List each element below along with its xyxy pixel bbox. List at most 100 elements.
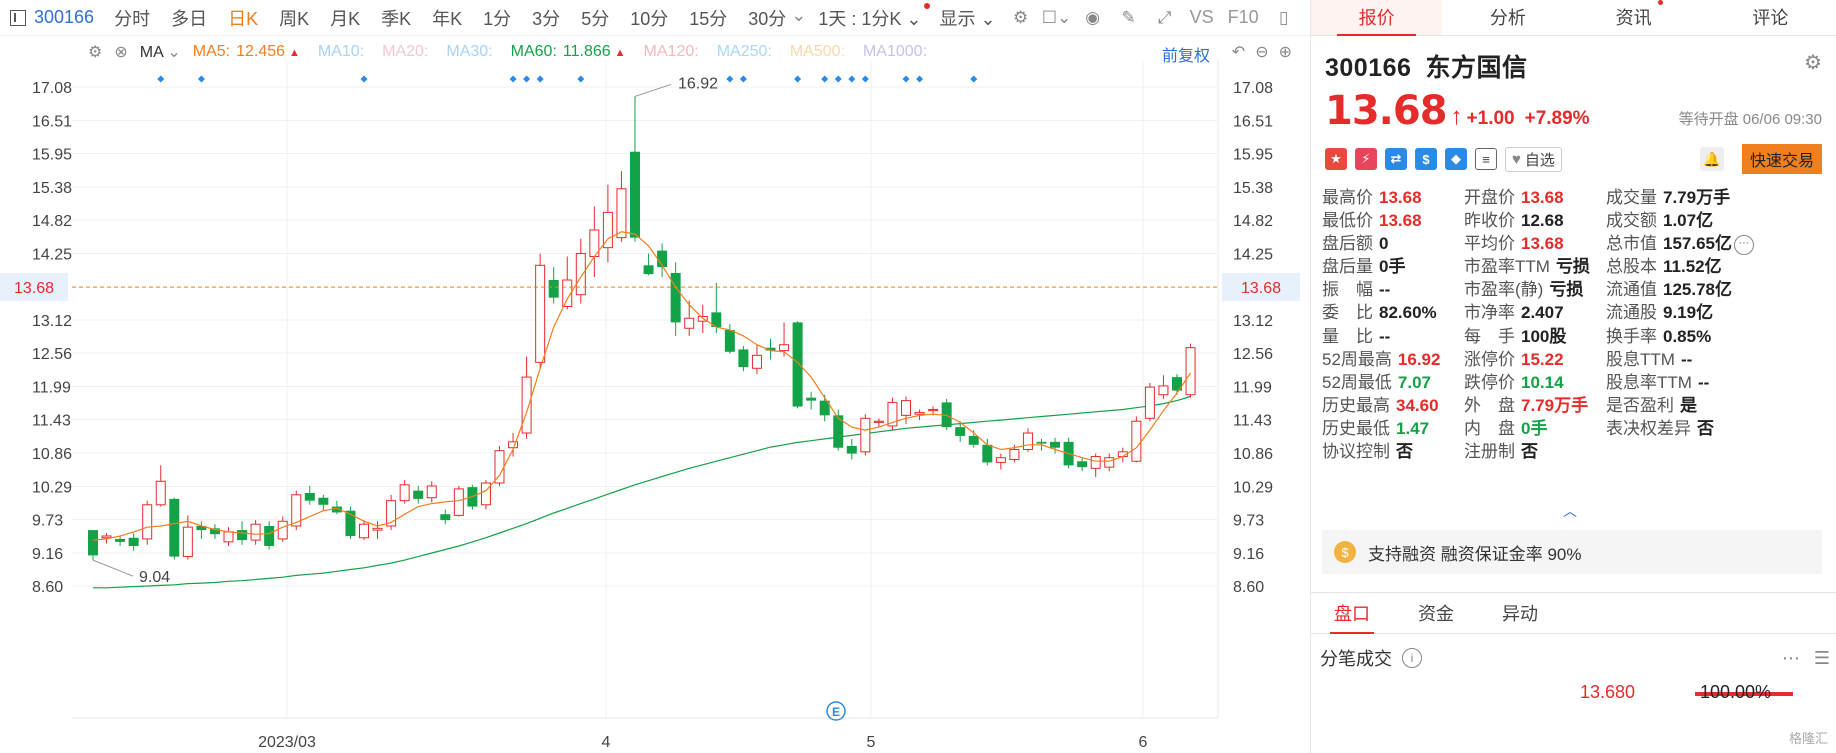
pencil-icon[interactable]: ✎: [1118, 8, 1140, 28]
period-tab[interactable]: 月K: [330, 5, 360, 31]
period-tab[interactable]: 日K: [228, 5, 258, 31]
dollar-icon[interactable]: $: [1415, 148, 1437, 170]
stat-label: 市盈率(静): [1464, 280, 1544, 300]
stat-value: 0: [1379, 234, 1389, 254]
kline-chart[interactable]: 17.08 17.08 16.51 16.51 15.95 15.95 15.38 15.38…: [0, 60, 1300, 753]
vs-button[interactable]: VS: [1190, 7, 1214, 28]
bell-icon[interactable]: 🔔: [1699, 147, 1724, 171]
stat-row: 是否盈利是: [1606, 394, 1754, 417]
stat-label: 量 比: [1322, 326, 1373, 346]
period-tab[interactable]: 10分: [630, 5, 668, 31]
settings-icon[interactable]: ⚙: [1010, 8, 1032, 28]
stat-label: 成交量: [1606, 188, 1657, 207]
ticker-code[interactable]: 300166: [34, 7, 94, 28]
period-tab[interactable]: 3分: [532, 5, 560, 31]
lightning-icon[interactable]: ⚡: [1355, 148, 1377, 170]
stat-row: 市盈率TTM 亏损: [1464, 255, 1590, 278]
panel-tab[interactable]: 资讯: [1574, 0, 1705, 35]
event-marker-icon: [821, 75, 829, 83]
stat-label: 历史最高: [1322, 395, 1390, 415]
more-icon[interactable]: ···: [1734, 234, 1754, 255]
period-tab[interactable]: 多日: [171, 5, 207, 31]
zoom-in-icon[interactable]: ⊕: [1279, 42, 1292, 62]
price-row: 13.68 ↑ +1.00 +7.89% 等待开盘 06/06 09:30: [1325, 88, 1822, 134]
period-tab[interactable]: 分时: [114, 5, 150, 31]
panel-tab[interactable]: 报价: [1311, 0, 1443, 36]
stat-row: 历史最低 1.47: [1322, 417, 1440, 440]
ma-legend-item: MA60: 11.866 ▲: [510, 43, 626, 60]
tick-header: 分笔成交 i ⋯ ☰: [1320, 645, 1830, 671]
margin-trading-bar[interactable]: $ 支持融资 融资保证金率 90%: [1322, 530, 1822, 574]
stat-value: 13.68: [1521, 188, 1564, 207]
max-price-label: 16.92: [678, 75, 718, 92]
undo-icon[interactable]: ↶: [1232, 42, 1245, 62]
document-icon[interactable]: ≡: [1475, 148, 1497, 170]
event-marker-icon: [794, 75, 802, 83]
stat-value: 13.68: [1521, 234, 1564, 254]
period-tab[interactable]: 30分: [748, 5, 786, 31]
y-tick-label-right: 11.99: [1233, 380, 1272, 397]
info-icon[interactable]: i: [1402, 648, 1422, 668]
display-menu[interactable]: 显示 ⌄: [940, 5, 996, 31]
orderbook-tab[interactable]: 异动: [1478, 593, 1562, 633]
orderbook-tab[interactable]: 资金: [1394, 593, 1478, 633]
stat-value: 157.65亿: [1663, 234, 1732, 254]
ma5-line: [92, 231, 1191, 541]
y-tick-label-right: 10.29: [1233, 480, 1273, 497]
candle-body: [1158, 385, 1169, 396]
stat-label: 每 手: [1464, 326, 1515, 346]
panel-tab[interactable]: 分析: [1442, 0, 1573, 35]
orderbook-tab[interactable]: 盘口: [1310, 593, 1394, 634]
ma60-line: [93, 395, 1191, 589]
ma-items: MA5: 12.456 ▲ MA10: MA20: MA30: MA60: 11.866 ▲ MA…: [193, 43, 945, 61]
stat-label: 52周最低: [1322, 372, 1392, 392]
period-tab[interactable]: 年K: [432, 5, 462, 31]
zoom-out-icon[interactable]: ⊖: [1255, 42, 1268, 62]
list-view-icon[interactable]: ☰: [1814, 648, 1830, 669]
add-watchlist-button[interactable]: ♥ 自选: [1505, 146, 1562, 172]
camera-icon[interactable]: ◉: [1082, 8, 1104, 28]
stat-label: 注册制: [1464, 442, 1515, 462]
event-marker-icon: [536, 75, 544, 83]
stat-value: 9.19亿: [1663, 303, 1714, 323]
period-tab[interactable]: 季K: [381, 5, 411, 31]
stat-row: 52周最低 7.07: [1322, 371, 1440, 394]
stat-value: 7.79万手: [1521, 395, 1589, 415]
period-tab[interactable]: 15分: [689, 5, 727, 31]
market-status: 等待开盘 06/06 09:30: [1678, 111, 1822, 128]
ma-legend-item: MA5: 12.456 ▲: [192, 43, 300, 60]
period-tab[interactable]: 1分: [483, 5, 511, 31]
more-options-icon[interactable]: ⋯: [1782, 648, 1800, 669]
panel-toggle-icon[interactable]: ▯: [1273, 8, 1295, 28]
period-tab[interactable]: 周K: [279, 5, 309, 31]
fullscreen-icon[interactable]: ⤢: [1154, 8, 1176, 28]
collapse-caret-icon[interactable]: ︿: [1563, 501, 1577, 521]
gear-icon[interactable]: ⚙: [1804, 50, 1822, 75]
y-tick-label-right: 14.25: [1233, 247, 1273, 264]
sidebar-toggle-icon[interactable]: [10, 9, 26, 26]
flag-icon[interactable]: ★: [1325, 148, 1347, 170]
ma-select[interactable]: MA ⌄: [140, 42, 181, 62]
stat-row: 协议控制否: [1322, 440, 1440, 463]
quick-trade-button[interactable]: 快速交易: [1741, 144, 1822, 174]
candle-body: [873, 420, 884, 423]
indicator-close-icon[interactable]: ⊗: [114, 42, 127, 62]
y-tick-label-left: 16.51: [32, 114, 72, 131]
candle-body: [1022, 432, 1033, 450]
stat-value: 否: [1521, 442, 1538, 462]
shuffle-icon[interactable]: ⇄: [1385, 148, 1407, 170]
panel-tab[interactable]: 评论: [1705, 0, 1836, 35]
stat-row: 历史最高 34.60: [1322, 394, 1440, 417]
stat-value: --: [1697, 372, 1710, 392]
candle-body: [955, 427, 966, 436]
indicator-settings-icon[interactable]: ⚙: [88, 42, 102, 62]
minute-kline-select[interactable]: 1天 : 1分K ⌄: [818, 2, 930, 31]
stat-row: 市盈率(静) 亏损: [1464, 278, 1590, 301]
stat-label: 最低价: [1322, 211, 1373, 231]
chevron-down-icon[interactable]: ⌄: [791, 5, 806, 31]
stat-value: --: [1379, 280, 1391, 300]
tag-icon[interactable]: ◆: [1445, 148, 1467, 170]
f10-button[interactable]: F10: [1228, 7, 1259, 28]
rectangle-tool-icon[interactable]: ☐⌄: [1042, 8, 1071, 28]
period-tab[interactable]: 5分: [581, 5, 609, 31]
